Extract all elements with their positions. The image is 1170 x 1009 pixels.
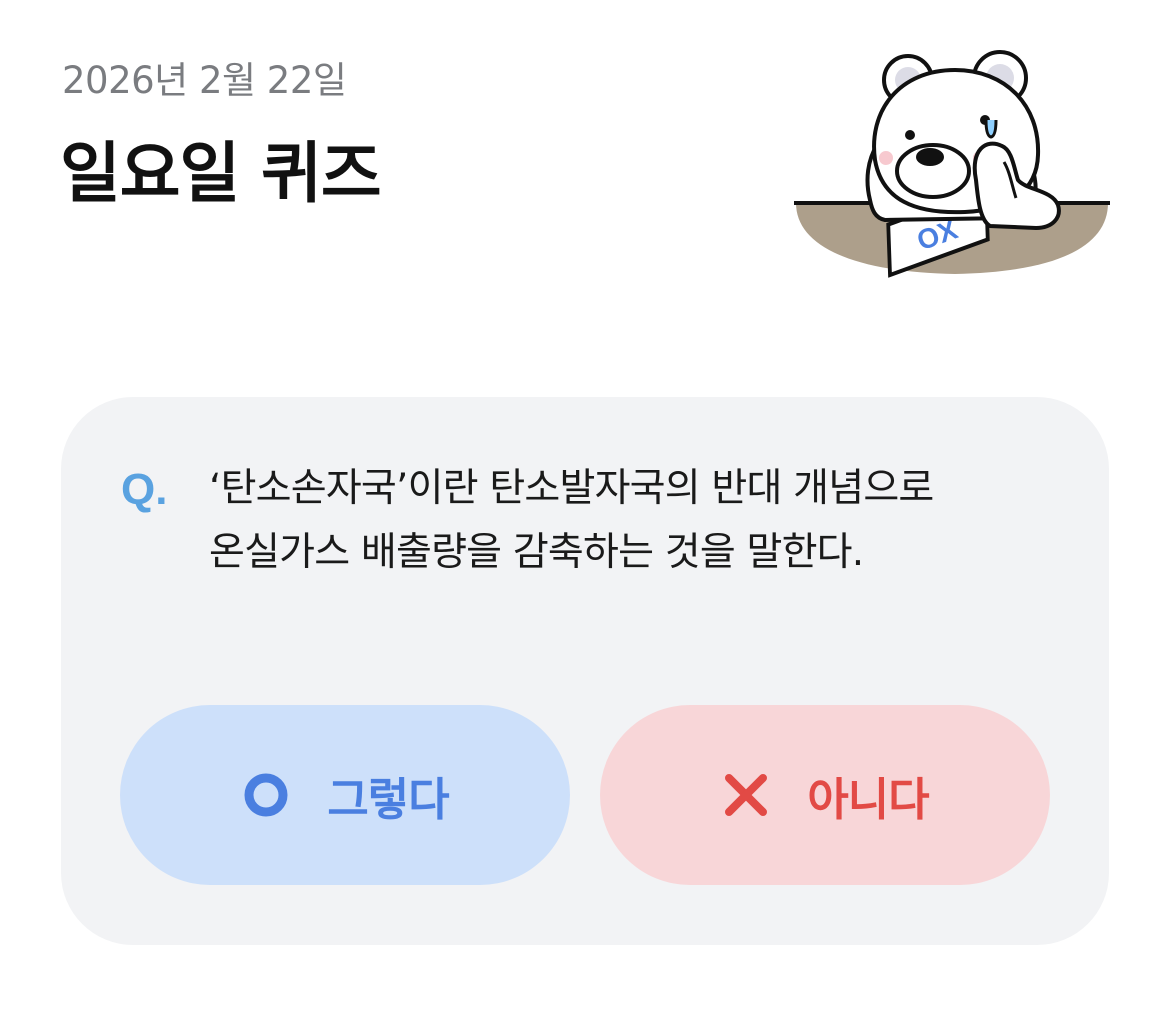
answer-yes-label: 그렇다: [327, 772, 449, 826]
answer-no-button[interactable]: 아니다: [600, 705, 1050, 885]
answer-yes-button[interactable]: 그렇다: [120, 705, 570, 885]
x-mark-icon: [725, 774, 768, 816]
quiz-card: Q. ‘탄소손자국’이란 탄소발자국의 반대 개념으로 온실가스 배출량을 감축…: [61, 397, 1109, 945]
page-title: 일요일 퀴즈: [60, 135, 382, 212]
question-line-2: 온실가스 배출량을 감축하는 것을 말한다.: [209, 530, 864, 575]
bear-mascot-illustration: OX: [794, 50, 1110, 278]
question-line-1: ‘탄소손자국’이란 탄소발자국의 반대 개념으로: [209, 466, 934, 511]
question-text: ‘탄소손자국’이란 탄소발자국의 반대 개념으로 온실가스 배출량을 감축하는 …: [209, 457, 1069, 585]
date-label: 2026년 2월 22일: [62, 59, 347, 102]
answer-no-label: 아니다: [807, 772, 929, 826]
circle-o-icon: [244, 773, 288, 817]
question-mark-label: Q.: [121, 465, 168, 514]
